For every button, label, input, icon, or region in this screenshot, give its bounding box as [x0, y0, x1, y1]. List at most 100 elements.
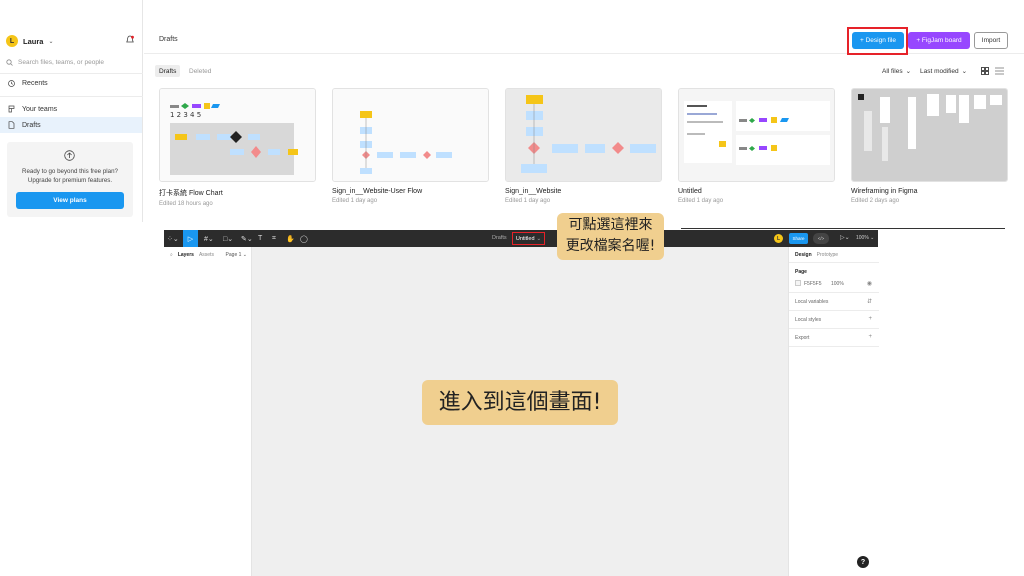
- move-tool-icon[interactable]: ▷: [183, 230, 198, 247]
- page-color-value[interactable]: F5F5F5: [804, 281, 822, 287]
- callout-line: 可點選這裡來: [568, 217, 653, 233]
- import-button[interactable]: Import: [974, 32, 1008, 49]
- tab-deleted[interactable]: Deleted: [185, 65, 215, 77]
- divider: [681, 228, 1005, 229]
- page-color-swatch[interactable]: [795, 280, 801, 286]
- tab-design[interactable]: Design: [795, 252, 812, 258]
- search-icon[interactable]: ⌕: [170, 252, 173, 258]
- local-variables-label[interactable]: Local variables: [795, 299, 828, 305]
- enter-screen-callout: 進入到這個畫面!: [422, 380, 618, 425]
- editor-filename[interactable]: Untitled ⌄: [512, 232, 545, 245]
- frame-tool-icon[interactable]: #⌄: [204, 230, 214, 247]
- sidebar-item-label: Recents: [22, 79, 48, 87]
- sidebar-item-recents[interactable]: Recents: [0, 75, 142, 91]
- file-name: Sign_in__Website: [505, 188, 562, 195]
- file-card[interactable]: Sign_in__Website Edited 1 day ago: [505, 88, 662, 204]
- sidebar-item-your-teams[interactable]: Your teams: [0, 101, 142, 117]
- eye-icon[interactable]: ◉: [867, 280, 872, 287]
- sort-label: Last modified: [920, 67, 959, 75]
- editor-toolbar: ⁘⌄ ▷ #⌄ □⌄ ✎⌄ T ⌗ ✋ ◯ Drafts Untitled ⌄ …: [164, 230, 878, 247]
- divider: [0, 73, 143, 74]
- divider: [789, 310, 879, 311]
- text-tool-icon[interactable]: T: [258, 230, 262, 247]
- tab-layers[interactable]: Layers: [178, 252, 194, 258]
- local-styles-label[interactable]: Local styles: [795, 317, 821, 323]
- account-switcher[interactable]: L Laura ⌄: [6, 34, 137, 48]
- component-tool-icon[interactable]: ⌗: [272, 230, 276, 247]
- left-panel-tabs: ⌕ Layers Assets: [170, 252, 214, 258]
- divider: [789, 262, 879, 263]
- file-name: 打卡系統 Flow Chart: [159, 190, 223, 197]
- variables-settings-icon[interactable]: ⇵: [867, 298, 872, 305]
- upgrade-card: Ready to go beyond this free plan? Upgra…: [7, 142, 133, 217]
- tab-drafts[interactable]: Drafts: [155, 65, 181, 77]
- wireframe-thumbnail-image: [852, 89, 1007, 181]
- zoom-value: 100%: [856, 235, 869, 241]
- filter-label: All files: [882, 67, 903, 75]
- file-card[interactable]: Untitled Edited 1 day ago: [678, 88, 835, 204]
- sidebar-item-drafts[interactable]: Drafts: [0, 117, 142, 133]
- dev-mode-toggle[interactable]: </>: [813, 233, 829, 244]
- rename-hint-callout: 可點選這裡來 更改檔案名喔!: [557, 213, 664, 260]
- upgrade-arrow-icon: [64, 150, 75, 161]
- tab-assets[interactable]: Assets: [199, 252, 214, 258]
- present-play-icon[interactable]: ▷⌄: [840, 234, 850, 241]
- view-plans-button[interactable]: View plans: [16, 192, 124, 209]
- page-opacity-value[interactable]: 100%: [831, 281, 844, 287]
- file-edited-time: Edited 1 day ago: [332, 198, 378, 204]
- divider: [789, 292, 879, 293]
- pen-tool-icon[interactable]: ✎⌄: [241, 230, 253, 247]
- help-button[interactable]: ?: [857, 556, 869, 568]
- divider: [789, 328, 879, 329]
- page-select-label: Page 1: [225, 252, 242, 258]
- sidebar-item-label: Your teams: [22, 105, 58, 113]
- svg-text:1 2 3 4 5: 1 2 3 4 5: [170, 111, 201, 119]
- file-card[interactable]: Wireframing in Figma Edited 2 days ago: [851, 88, 1008, 204]
- page-section-label: Page: [795, 269, 807, 275]
- page-title: Drafts: [159, 36, 178, 43]
- chevron-down-icon: ⌄: [48, 38, 54, 45]
- sort-dropdown[interactable]: Last modified ⌄: [920, 65, 967, 77]
- list-view-icon[interactable]: [995, 67, 1004, 75]
- avatar: L: [6, 35, 18, 47]
- new-figjam-board-button[interactable]: + FigJam board: [908, 32, 970, 49]
- share-button[interactable]: Share: [789, 233, 808, 244]
- sidebar: L Laura ⌄ Search files, teams, or people…: [0, 0, 143, 222]
- file-name: Wireframing in Figma: [851, 188, 918, 195]
- main-menu-icon[interactable]: ⁘⌄: [167, 230, 181, 247]
- filename-label: Untitled: [515, 235, 535, 242]
- add-export-icon[interactable]: +: [868, 334, 872, 340]
- hand-tool-icon[interactable]: ✋: [286, 230, 295, 247]
- all-files-filter[interactable]: All files ⌄: [882, 65, 911, 77]
- zoom-dropdown[interactable]: 100% ⌄: [856, 235, 874, 241]
- design-file-highlight: [847, 27, 908, 55]
- search-placeholder: Search files, teams, or people: [18, 58, 104, 66]
- notification-bell-icon[interactable]: [125, 35, 135, 45]
- file-thumbnail: 1 2 3 4 5: [159, 88, 316, 182]
- file-name: Untitled: [678, 188, 702, 195]
- file-card[interactable]: Sign_in__Website-User Flow Edited 1 day …: [332, 88, 489, 204]
- page-selector[interactable]: Page 1 ⌄: [226, 252, 247, 258]
- layers-panel: ⌕ Layers Assets Page 1 ⌄: [164, 247, 252, 576]
- clock-icon: [8, 79, 15, 87]
- file-edited-time: Edited 1 day ago: [678, 198, 724, 204]
- search-icon: [6, 58, 13, 66]
- file-edited-time: Edited 1 day ago: [505, 198, 551, 204]
- add-style-icon[interactable]: +: [868, 316, 872, 322]
- export-label[interactable]: Export: [795, 335, 809, 341]
- shape-tool-icon[interactable]: □⌄: [223, 230, 233, 247]
- grid-view-icon[interactable]: [981, 67, 989, 75]
- divider: [789, 346, 879, 347]
- file-icon: [8, 121, 15, 129]
- figma-team-icon: [8, 105, 15, 113]
- file-card[interactable]: 1 2 3 4 5 打卡系統 Flow Chart Edited 18 hour…: [159, 88, 316, 207]
- file-name: Sign_in__Website-User Flow: [332, 188, 423, 195]
- right-panel-tabs: Design Prototype: [795, 252, 838, 258]
- comment-tool-icon[interactable]: ◯: [300, 230, 308, 247]
- editor-breadcrumb[interactable]: Drafts: [492, 235, 507, 241]
- design-panel: Design Prototype Page F5F5F5 100% ◉ Loca…: [788, 247, 879, 576]
- file-thumbnail: [332, 88, 489, 182]
- tab-prototype[interactable]: Prototype: [817, 252, 838, 258]
- avatar: L: [774, 234, 783, 243]
- search-input[interactable]: Search files, teams, or people: [6, 56, 137, 68]
